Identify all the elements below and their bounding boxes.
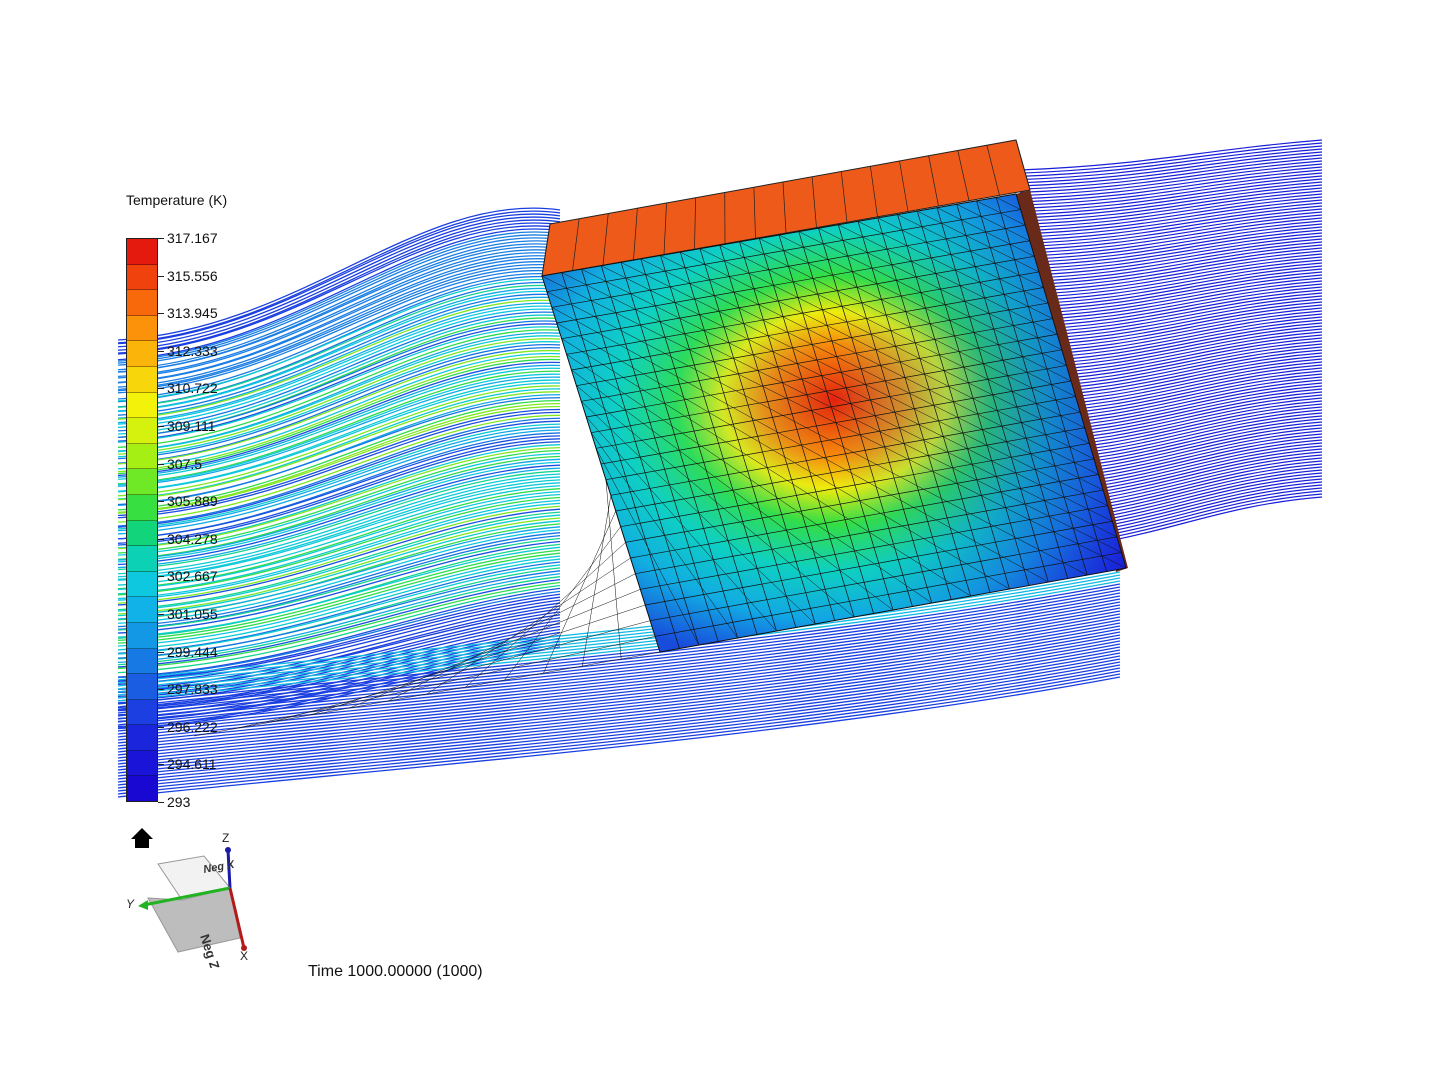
- legend-color-band: [127, 366, 157, 393]
- temperature-color-bar: [126, 238, 158, 802]
- legend-color-band: [127, 315, 157, 342]
- legend-tick-mark: [158, 426, 164, 427]
- legend-tick-mark: [158, 351, 164, 352]
- legend-tick-mark: [158, 539, 164, 540]
- legend-color-band: [127, 571, 157, 598]
- legend-color-band: [127, 546, 157, 572]
- legend-title: Temperature (K): [126, 192, 228, 208]
- legend-color-band: [127, 597, 157, 623]
- legend-color-band: [127, 469, 157, 495]
- legend-tick-mark: [158, 689, 164, 690]
- legend-tick-label: 317.167: [167, 230, 218, 246]
- legend-color-band: [127, 725, 157, 751]
- legend-color-band: [127, 290, 157, 316]
- legend-tick-label: 313.945: [167, 305, 218, 321]
- view-cube-front-face[interactable]: [147, 887, 241, 953]
- legend-color-band: [127, 341, 157, 367]
- legend-tick-label: 299.444: [167, 644, 218, 660]
- legend-tick-label: 312.333: [167, 343, 218, 359]
- legend-tick-mark: [158, 727, 164, 728]
- legend-color-band: [127, 418, 157, 444]
- legend-tick-mark: [158, 388, 164, 389]
- legend-color-band: [127, 392, 157, 419]
- legend-tick-mark: [158, 802, 164, 803]
- legend-color-band: [127, 699, 157, 726]
- orientation-view-cube[interactable]: Neg X Neg Z Z Y X: [118, 828, 268, 973]
- legend-tick-label: 309.111: [167, 418, 216, 434]
- legend-tick-mark: [158, 313, 164, 314]
- legend-tick-label: 296.222: [167, 719, 218, 735]
- legend-tick-label: 302.667: [167, 568, 218, 584]
- legend-color-band: [127, 776, 157, 802]
- x-axis-label: X: [240, 949, 248, 963]
- legend-tick-label: 305.889: [167, 493, 218, 509]
- legend-tick-mark: [158, 614, 164, 615]
- legend-tick-mark: [158, 501, 164, 502]
- legend-tick-label: 297.833: [167, 681, 218, 697]
- legend-color-band: [127, 494, 157, 521]
- legend-tick-mark: [158, 238, 164, 239]
- legend-tick-label: 293: [167, 794, 191, 810]
- legend-color-band: [127, 264, 157, 291]
- legend-color-band: [127, 750, 157, 777]
- legend-tick-label: 315.556: [167, 268, 218, 284]
- legend-tick-label: 294.611: [167, 756, 217, 772]
- legend-tick-label: 310.722: [167, 380, 218, 396]
- legend-color-band: [127, 648, 157, 675]
- legend-color-band: [127, 239, 157, 265]
- legend-tick-mark: [158, 576, 164, 577]
- legend-tick-label: 307.5: [167, 456, 203, 472]
- legend-tick-mark: [158, 764, 164, 765]
- legend-color-band: [127, 520, 157, 547]
- z-axis-tip: [225, 847, 231, 853]
- legend-tick-label: 301.055: [167, 606, 218, 622]
- y-axis-tip: [138, 900, 148, 910]
- legend-tick-mark: [158, 652, 164, 653]
- legend-color-band: [127, 622, 157, 649]
- legend-color-band: [127, 674, 157, 700]
- y-axis-label: Y: [126, 897, 135, 911]
- legend-color-band: [127, 443, 157, 470]
- legend-tick-mark: [158, 276, 164, 277]
- legend-tick-mark: [158, 464, 164, 465]
- legend-tick-label: 304.278: [167, 531, 218, 547]
- z-axis-label: Z: [222, 831, 229, 845]
- time-label: Time 1000.00000 (1000): [308, 963, 483, 980]
